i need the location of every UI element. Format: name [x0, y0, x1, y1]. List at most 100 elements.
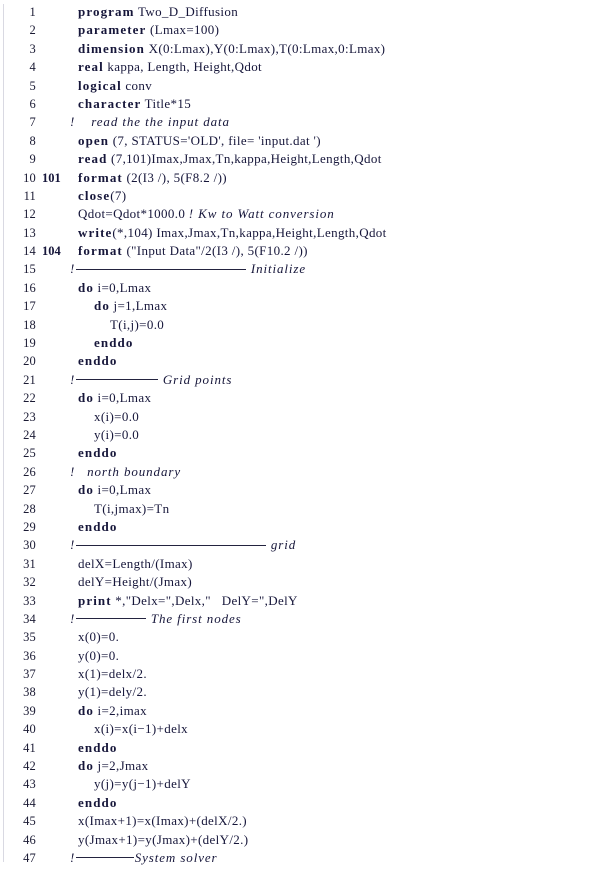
statement-text: i=2,imax	[93, 702, 148, 718]
code-line: 4 real kappa, Length, Height,Qdot	[0, 58, 592, 76]
code-text: T(i,j)=0.0	[110, 316, 164, 334]
code-line: 34 ! The first nodes	[0, 610, 592, 628]
code-text: do i=0,Lmax	[78, 389, 151, 407]
line-number: 12	[23, 207, 36, 222]
code-line: 44 enddo	[0, 794, 592, 812]
line-number: 7	[29, 115, 36, 130]
code-text: ! north boundary	[70, 463, 181, 481]
keyword: parameter	[78, 22, 147, 38]
code-text: do i=0,Lmax	[78, 279, 151, 297]
line-number: 43	[23, 777, 36, 792]
statement-text: j=2,Jmax	[93, 758, 149, 774]
code-text: program Two_D_Diffusion	[78, 3, 238, 21]
keyword: read	[78, 151, 108, 167]
line-number: 35	[23, 630, 36, 645]
comment-marker: !	[70, 371, 75, 387]
statement-text: x(Imax+1)=x(Imax)+(delX/2.)	[78, 813, 247, 829]
line-number: 33	[23, 593, 36, 608]
code-line: 40 x(i)=x(i−1)+delx	[0, 720, 592, 738]
statement-text: X(0:Lmax),Y(0:Lmax),T(0:Lmax,0:Lmax)	[144, 40, 386, 56]
statement-text: delY=Height/(Jmax)	[78, 574, 192, 590]
code-text: read (7,101)Imax,Jmax,Tn,kappa,Height,Le…	[78, 150, 382, 168]
code-text: character Title*15	[78, 95, 191, 113]
statement-text: (2(I3 /), 5(F8.2 /))	[122, 169, 227, 185]
line-number: 29	[23, 519, 36, 534]
statement-text: y(Jmax+1)=y(Jmax)+(delY/2.)	[78, 831, 249, 847]
line-number: 27	[23, 483, 36, 498]
code-line: 23 x(i)=0.0	[0, 408, 592, 426]
statement-text: x(i)=x(i−1)+delx	[94, 721, 189, 737]
code-text: enddo	[78, 352, 117, 370]
code-text: x(Imax+1)=x(Imax)+(delX/2.)	[78, 812, 247, 830]
code-text: x(1)=delx/2.	[78, 665, 147, 683]
comment-text: north boundary	[74, 463, 181, 479]
comment-marker: !	[70, 261, 75, 277]
statement-label: 101	[42, 170, 61, 185]
comment-marker: !	[70, 537, 75, 553]
keyword: do	[94, 298, 110, 314]
keyword: format	[78, 169, 123, 185]
line-number: 9	[29, 152, 36, 167]
code-text: ! System solver	[70, 849, 218, 867]
code-text: ! The first nodes	[70, 610, 242, 628]
keyword: logical	[78, 77, 122, 93]
line-number: 47	[23, 850, 36, 865]
statement-text: i=0,Lmax	[93, 279, 152, 295]
statement-text: conv	[121, 77, 153, 93]
section-divider-rule	[75, 857, 134, 859]
section-divider-rule	[75, 544, 266, 546]
statement-text: x(0)=0.	[78, 629, 120, 645]
statement-text: i=0,Lmax	[93, 482, 152, 498]
line-number: 41	[23, 740, 36, 755]
code-line: 10 101 format (2(I3 /), 5(F8.2 /))	[0, 169, 592, 187]
keyword: enddo	[94, 335, 134, 351]
code-line: 43 y(j)=y(j−1)+delY	[0, 775, 592, 793]
keyword: enddo	[78, 739, 118, 755]
code-line: 37 x(1)=delx/2.	[0, 665, 592, 683]
section-divider-rule	[75, 379, 158, 381]
statement-text: *,"Delx=",Delx," DelY=",DelY	[111, 592, 298, 608]
code-text: write(*,104) Imax,Jmax,Tn,kappa,Height,L…	[78, 224, 387, 242]
code-text: delX=Length/(Imax)	[78, 555, 193, 573]
line-number: 21	[23, 372, 36, 387]
keyword: real	[78, 59, 104, 75]
keyword: open	[78, 132, 110, 148]
line-number: 25	[23, 446, 36, 461]
code-line: 25 enddo	[0, 444, 592, 462]
line-number: 22	[23, 391, 36, 406]
keyword: do	[78, 482, 94, 498]
keyword: do	[78, 390, 94, 406]
code-text: logical conv	[78, 77, 152, 95]
code-text: ! Grid points	[70, 371, 232, 389]
code-line: 39 do i=2,imax	[0, 702, 592, 720]
line-number: 30	[23, 538, 36, 553]
code-text: do i=0,Lmax	[78, 481, 151, 499]
line-number: 44	[23, 795, 36, 810]
line-number: 18	[23, 317, 36, 332]
code-line: 13 write(*,104) Imax,Jmax,Tn,kappa,Height…	[0, 224, 592, 242]
keyword: format	[78, 243, 123, 259]
code-line: 32 delY=Height/(Jmax)	[0, 573, 592, 591]
code-line: 9 read (7,101)Imax,Jmax,Tn,kappa,Height,L…	[0, 150, 592, 168]
code-text: x(i)=x(i−1)+delx	[94, 720, 188, 738]
statement-text: Qdot=Qdot*1000.0	[78, 206, 189, 222]
statement-text: delX=Length/(Imax)	[78, 555, 193, 571]
line-number: 36	[23, 648, 36, 663]
code-line: 41 enddo	[0, 739, 592, 757]
keyword: enddo	[78, 353, 118, 369]
code-line: 12 Qdot=Qdot*1000.0 ! Kw to Watt conversi…	[0, 205, 592, 223]
code-text: dimension X(0:Lmax),Y(0:Lmax),T(0:Lmax,0…	[78, 40, 385, 58]
keyword: do	[78, 279, 94, 295]
statement-text: y(j)=y(j−1)+delY	[94, 776, 191, 792]
section-title: The first nodes	[146, 610, 242, 626]
code-text: y(0)=0.	[78, 647, 119, 665]
line-number: 32	[23, 575, 36, 590]
line-number: 34	[23, 611, 36, 626]
code-line: 26 ! north boundary	[0, 463, 592, 481]
code-text: Qdot=Qdot*1000.0 ! Kw to Watt conversion	[78, 205, 335, 223]
code-line: 45 x(Imax+1)=x(Imax)+(delX/2.)	[0, 812, 592, 830]
line-number: 14	[23, 244, 36, 259]
code-line: 19 enddo	[0, 334, 592, 352]
code-line: 14 104 format ("Input Data"/2(I3 /), 5(F10…	[0, 242, 592, 260]
code-line: 21 ! Grid points	[0, 371, 592, 389]
